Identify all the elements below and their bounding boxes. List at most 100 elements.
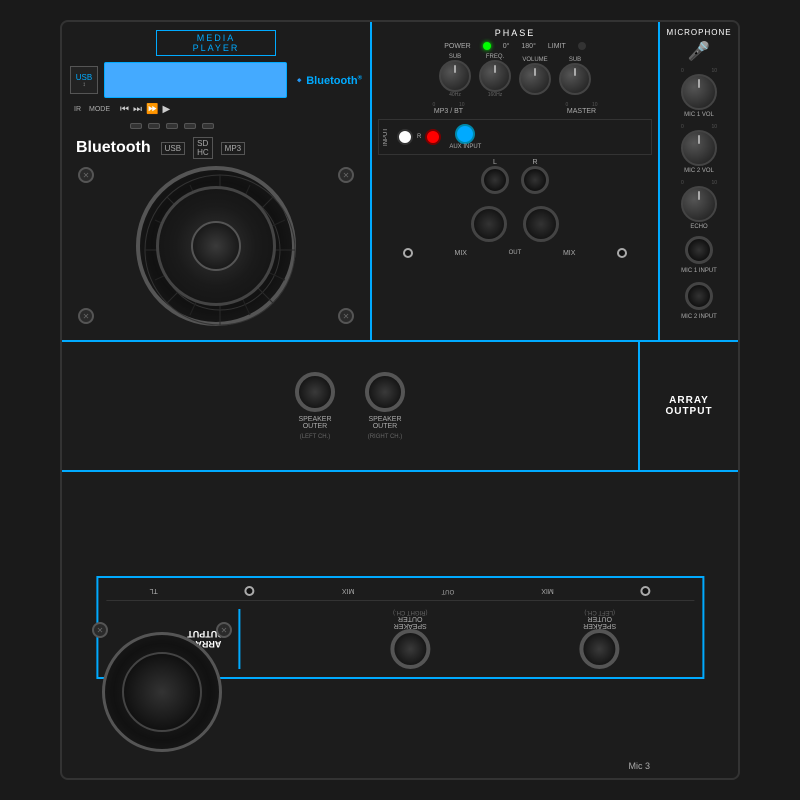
- mic3-label: Mic 3: [628, 761, 650, 771]
- usd-speaker-left-label: SPEAKER OUTER: [583, 615, 616, 629]
- sub-right-knob[interactable]: [559, 63, 591, 95]
- io-section: INPUT R AUX INPUT: [378, 119, 652, 155]
- bf-screw-tl: ✕: [92, 622, 108, 638]
- rca-group: R: [397, 129, 441, 145]
- mode-label: MODE: [89, 106, 110, 113]
- echo-group: 0 10 ECHO: [681, 180, 717, 230]
- center-controls: PHASE POWER 0° 180° LIMIT SUB 40Hz: [372, 22, 658, 340]
- right-panel: PHASE POWER 0° 180° LIMIT SUB 40Hz: [372, 22, 738, 340]
- bottom-content: SPEAKER OUTER (LEFT CH.) SPEAKER OUTER (…: [62, 472, 738, 782]
- sub-left-knob[interactable]: [439, 60, 471, 92]
- aux-jack[interactable]: [455, 124, 475, 144]
- echo-knob[interactable]: [681, 186, 717, 222]
- middle-section: SPEAKER OUTER (LEFT CH.) SPEAKER OUTER (…: [62, 342, 738, 472]
- audio-device: MEDIA PLAYER USB ↕ 🔹Bluetooth® IR MODE ⏮…: [60, 20, 740, 780]
- rca-red-jack[interactable]: [425, 129, 441, 145]
- freq-knob[interactable]: [479, 60, 511, 92]
- usd-speaker-left: SPEAKER OUTER (LEFT CH.): [579, 609, 619, 669]
- usd-tl-label: TL: [149, 587, 157, 594]
- mic2-scale-0: 0: [681, 124, 684, 130]
- mic1-input-jack[interactable]: [685, 236, 713, 264]
- speaker-right-label: SPEAKER OUTER: [368, 416, 401, 430]
- mic1-input-label: MIC 1 INPUT: [681, 268, 717, 274]
- preset-dot-2[interactable]: [148, 123, 160, 129]
- screw-bottom-left: [78, 308, 94, 324]
- knob-section: SUB 40Hz FREQ. 160Hz VOLUME: [378, 54, 652, 115]
- xlr-row: [378, 202, 652, 246]
- microphone-header: MICROPHONE: [666, 28, 731, 37]
- left-panel: MEDIA PLAYER USB ↕ 🔹Bluetooth® IR MODE ⏮…: [62, 22, 372, 340]
- next-button[interactable]: ▶: [162, 104, 170, 115]
- usd-speaker-right-jack: [390, 629, 430, 669]
- bottom-fan-area: ✕ ✕: [82, 612, 242, 772]
- speaker-right-jack[interactable]: [365, 372, 405, 412]
- xlr-right-group: [523, 206, 559, 242]
- mic1-input-group: MIC 1 INPUT: [681, 236, 717, 278]
- preset-dot-1[interactable]: [130, 123, 142, 129]
- mic2-vol-knob[interactable]: [681, 130, 717, 166]
- ts-right-jack[interactable]: [521, 166, 549, 194]
- preset-dot-5[interactable]: [202, 123, 214, 129]
- usd-mix-right-label: MIX: [342, 587, 354, 594]
- preset-dots: [70, 123, 362, 129]
- mp3-brand-icon: MP3: [221, 142, 245, 155]
- usd-right-ch: (RIGHT CH.): [393, 609, 428, 615]
- volume-knob[interactable]: [519, 63, 551, 95]
- hz40-label: 40Hz: [449, 92, 461, 98]
- ts-left-jack[interactable]: [481, 166, 509, 194]
- speaker-left-ch: (LEFT CH.): [300, 434, 331, 440]
- speaker-left-label: SPEAKER OUTER: [298, 416, 331, 430]
- mic2-input-jack[interactable]: [685, 282, 713, 310]
- repeat-button[interactable]: ⏩: [146, 104, 158, 115]
- bf-screw-tr: ✕: [216, 622, 232, 638]
- controls-row: IR MODE ⏮ ⏭ ⏩ ▶: [70, 104, 362, 115]
- mic2-scale-10: 10: [711, 124, 717, 130]
- xlr-right-jack[interactable]: [523, 206, 559, 242]
- power-row: POWER 0° 180° LIMIT: [378, 42, 652, 50]
- screw-top-left: [78, 167, 94, 183]
- mix-right-indicator: [617, 248, 627, 258]
- mic2-input-label: MIC 2 INPUT: [681, 314, 717, 320]
- mix-left-indicator: [403, 248, 413, 258]
- prev-button[interactable]: ⏮: [120, 104, 129, 115]
- xlr-left-group: [471, 206, 507, 242]
- usd-left-ch: (LEFT CH.): [584, 609, 615, 615]
- mic2-input-group: MIC 2 INPUT: [681, 282, 717, 324]
- microphone-icon: 🎤: [688, 41, 710, 62]
- out-label: OUT: [509, 250, 522, 256]
- power-led: [483, 42, 491, 50]
- limit-text: LIMIT: [548, 43, 566, 50]
- array-left: SPEAKER OUTER (LEFT CH.) SPEAKER OUTER (…: [62, 342, 638, 470]
- usd-mix-right: [245, 586, 255, 596]
- ts-r-label: R: [532, 159, 537, 166]
- bottom-fan-inner: [122, 652, 202, 732]
- preset-dot-4[interactable]: [184, 123, 196, 129]
- bluetooth-brand: Bluetooth: [76, 139, 151, 157]
- preset-dot-3[interactable]: [166, 123, 178, 129]
- sub-right-group: SUB: [559, 57, 591, 95]
- mic2-vol-label: MIC 2 VOL: [684, 168, 714, 174]
- ts-jack-row: L R: [378, 155, 652, 198]
- hz160-label: 160Hz: [488, 92, 502, 98]
- rca-white-jack[interactable]: [397, 129, 413, 145]
- fan: [136, 166, 296, 326]
- speaker-left-jack[interactable]: [295, 372, 335, 412]
- mix-right-label: MIX: [563, 250, 575, 257]
- echo-scale-0: 0: [681, 180, 684, 186]
- aux-label: AUX INPUT: [449, 144, 481, 150]
- mic1-vol-group: 0 10 MIC 1 VOL: [681, 68, 717, 118]
- degree-0: 0°: [503, 43, 510, 50]
- lcd-display: [104, 62, 287, 98]
- ts-right-group: R: [521, 159, 549, 194]
- mic1-vol-label: MIC 1 VOL: [684, 112, 714, 118]
- bottom-section: SPEAKER OUTER (LEFT CH.) SPEAKER OUTER (…: [62, 472, 738, 782]
- mic1-vol-knob[interactable]: [681, 74, 717, 110]
- media-player-label: MEDIA PLAYER: [156, 30, 276, 56]
- sub-left-group: SUB 40Hz: [439, 54, 471, 98]
- power-text: POWER: [444, 43, 470, 50]
- xlr-left-jack[interactable]: [471, 206, 507, 242]
- ir-label: IR: [74, 106, 81, 113]
- prev-track-button[interactable]: ⏭: [133, 104, 142, 115]
- echo-scale-10: 10: [711, 180, 717, 186]
- phase-label: PHASE: [378, 28, 652, 38]
